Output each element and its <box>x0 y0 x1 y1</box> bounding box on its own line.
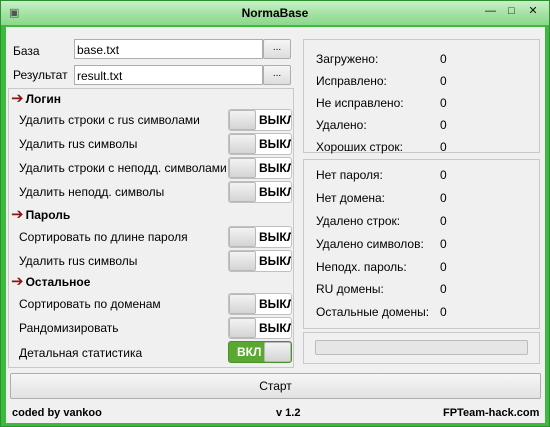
stat-label: Загружено: <box>316 52 379 66</box>
toggle-knob <box>229 251 256 271</box>
toggle-knob <box>229 110 256 130</box>
toggle-state: ВЫКЛ <box>259 185 292 199</box>
section-title: Остальное <box>25 275 91 289</box>
toggle-switch[interactable]: ВЫКЛ <box>228 181 292 203</box>
toggle-state: ВЫКЛ <box>259 137 292 151</box>
arrow-right-icon: ➔ <box>11 90 24 107</box>
option-label: Удалить неподд. символы <box>19 185 165 199</box>
toggle-knob <box>229 227 256 247</box>
toggle-knob <box>229 134 256 154</box>
toggle-switch[interactable]: ВЫКЛ <box>228 293 292 315</box>
arrow-right-icon: ➔ <box>11 206 24 223</box>
toggle-state: ВЫКЛ <box>259 297 292 311</box>
option-label: Удалить rus символы <box>19 254 138 268</box>
toggle-switch[interactable]: ВЫКЛ <box>228 317 292 339</box>
stat-label: Нет пароля: <box>316 168 383 182</box>
toggle-knob <box>229 318 256 338</box>
site-link[interactable]: FPTeam-hack.com <box>443 407 539 419</box>
toggle-switch[interactable]: ВЫКЛ <box>228 133 292 155</box>
section-password: ➔ Пароль <box>11 207 70 223</box>
base-browse-button[interactable]: ... <box>263 39 291 59</box>
base-label: База <box>13 44 40 58</box>
toggle-switch[interactable]: ВЫКЛ <box>228 250 292 272</box>
option-label: Сортировать по длине пароля <box>19 230 188 244</box>
stat-value: 0 <box>440 260 447 274</box>
result-file-field[interactable]: result.txt <box>74 65 263 85</box>
toggle-switch[interactable]: ВЫКЛ <box>228 109 292 131</box>
window-title: NormaBase <box>241 6 309 20</box>
toggle-state: ВЫКЛ <box>259 230 292 244</box>
stat-label: Удалено строк: <box>316 214 401 228</box>
stat-value: 0 <box>440 74 447 88</box>
minimize-button[interactable]: — <box>482 5 499 19</box>
stat-value: 0 <box>440 214 447 228</box>
app-window: ▣ NormaBase — □ ✕ База base.txt ... Резу… <box>0 0 550 427</box>
base-file-field[interactable]: base.txt <box>74 39 263 59</box>
stat-value: 0 <box>440 140 447 154</box>
stat-label: Остальные домены: <box>316 305 430 319</box>
toggle-switch[interactable]: ВКЛ <box>228 341 292 363</box>
toggle-knob <box>229 294 256 314</box>
toggle-state: ВЫКЛ <box>259 161 292 175</box>
section-other: ➔ Остальное <box>11 274 90 290</box>
maximize-button[interactable]: □ <box>503 5 520 19</box>
stat-label: Нет домена: <box>316 191 386 205</box>
stat-value: 0 <box>440 237 447 251</box>
section-title: Пароль <box>25 208 71 222</box>
toggle-switch[interactable]: ВЫКЛ <box>228 226 292 248</box>
stat-label: Удалено: <box>316 118 367 132</box>
client-area: База base.txt ... Результат result.txt .… <box>6 27 545 423</box>
toggle-knob <box>229 158 256 178</box>
stat-value: 0 <box>440 191 447 205</box>
arrow-right-icon: ➔ <box>11 273 24 290</box>
result-browse-button[interactable]: ... <box>263 65 291 85</box>
stats-detail-panel: Нет пароля: 0 Нет домена: 0 Удалено стро… <box>303 159 540 329</box>
stat-label: Неподх. пароль: <box>316 260 407 274</box>
section-title: Логин <box>25 92 61 106</box>
stats-summary-panel: Загружено: 0 Исправлено: 0 Не исправлено… <box>303 39 540 154</box>
stat-label: RU домены: <box>316 282 384 296</box>
toggle-knob <box>264 342 291 362</box>
stat-value: 0 <box>440 168 447 182</box>
option-label: Сортировать по доменам <box>19 297 161 311</box>
option-label: Рандомизировать <box>19 321 119 335</box>
version-label: v 1.2 <box>276 407 301 419</box>
stat-value: 0 <box>440 52 447 66</box>
stat-value: 0 <box>440 118 447 132</box>
progress-bar <box>315 340 528 355</box>
stat-value: 0 <box>440 282 447 296</box>
author-credit: coded by vankoo <box>12 407 102 419</box>
stat-value: 0 <box>440 305 447 319</box>
close-button[interactable]: ✕ <box>523 5 543 19</box>
stat-value: 0 <box>440 96 447 110</box>
toggle-knob <box>229 182 256 202</box>
start-button[interactable]: Старт <box>10 373 541 399</box>
stat-label: Не исправлено: <box>316 96 404 110</box>
options-group: ➔ Логин Удалить строки с rus символами ВЫ… <box>8 88 294 368</box>
title-bar[interactable]: ▣ NormaBase — □ ✕ <box>1 1 549 25</box>
stat-label: Удалено символов: <box>316 237 424 251</box>
toggle-switch[interactable]: ВЫКЛ <box>228 157 292 179</box>
toggle-state: ВЫКЛ <box>259 321 292 335</box>
option-label: Детальная статистика <box>19 346 143 360</box>
stat-label: Хороших строк: <box>316 140 403 154</box>
toggle-state: ВЫКЛ <box>259 113 292 127</box>
option-label: Удалить строки с неподд. символами <box>19 161 227 175</box>
result-label: Результат <box>13 68 68 82</box>
option-label: Удалить rus символы <box>19 137 138 151</box>
toggle-state: ВКЛ <box>237 345 262 359</box>
toggle-state: ВЫКЛ <box>259 254 292 268</box>
option-label: Удалить строки с rus символами <box>19 113 200 127</box>
section-login: ➔ Логин <box>11 91 61 107</box>
stat-label: Исправлено: <box>316 74 387 88</box>
